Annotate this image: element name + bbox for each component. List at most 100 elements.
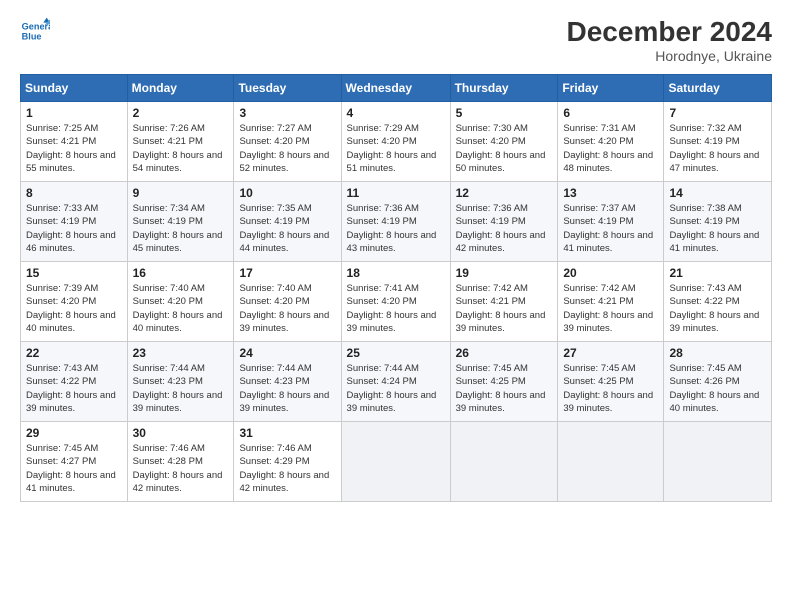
table-row: 7 Sunrise: 7:32 AMSunset: 4:19 PMDayligh… bbox=[664, 102, 772, 182]
table-row: 29 Sunrise: 7:45 AMSunset: 4:27 PMDaylig… bbox=[21, 422, 128, 502]
day-number: 13 bbox=[563, 186, 658, 200]
day-info: Sunrise: 7:32 AMSunset: 4:19 PMDaylight:… bbox=[669, 123, 759, 174]
table-row: 2 Sunrise: 7:26 AMSunset: 4:21 PMDayligh… bbox=[127, 102, 234, 182]
table-row bbox=[558, 422, 664, 502]
table-row: 23 Sunrise: 7:44 AMSunset: 4:23 PMDaylig… bbox=[127, 342, 234, 422]
day-info: Sunrise: 7:44 AMSunset: 4:24 PMDaylight:… bbox=[347, 363, 437, 414]
day-info: Sunrise: 7:42 AMSunset: 4:21 PMDaylight:… bbox=[563, 283, 653, 334]
table-row: 19 Sunrise: 7:42 AMSunset: 4:21 PMDaylig… bbox=[450, 262, 558, 342]
day-number: 25 bbox=[347, 346, 445, 360]
table-row: 4 Sunrise: 7:29 AMSunset: 4:20 PMDayligh… bbox=[341, 102, 450, 182]
day-number: 14 bbox=[669, 186, 766, 200]
logo-icon: General Blue bbox=[20, 16, 50, 46]
col-wednesday: Wednesday bbox=[341, 75, 450, 102]
day-number: 22 bbox=[26, 346, 122, 360]
day-number: 27 bbox=[563, 346, 658, 360]
day-info: Sunrise: 7:43 AMSunset: 4:22 PMDaylight:… bbox=[26, 363, 116, 414]
day-number: 31 bbox=[239, 426, 335, 440]
day-info: Sunrise: 7:30 AMSunset: 4:20 PMDaylight:… bbox=[456, 123, 546, 174]
calendar-week-row: 1 Sunrise: 7:25 AMSunset: 4:21 PMDayligh… bbox=[21, 102, 772, 182]
day-number: 6 bbox=[563, 106, 658, 120]
day-info: Sunrise: 7:36 AMSunset: 4:19 PMDaylight:… bbox=[456, 203, 546, 254]
day-number: 21 bbox=[669, 266, 766, 280]
col-thursday: Thursday bbox=[450, 75, 558, 102]
day-info: Sunrise: 7:45 AMSunset: 4:27 PMDaylight:… bbox=[26, 443, 116, 494]
day-info: Sunrise: 7:34 AMSunset: 4:19 PMDaylight:… bbox=[133, 203, 223, 254]
main-title: December 2024 bbox=[567, 16, 772, 48]
calendar-week-row: 29 Sunrise: 7:45 AMSunset: 4:27 PMDaylig… bbox=[21, 422, 772, 502]
day-number: 16 bbox=[133, 266, 229, 280]
day-number: 3 bbox=[239, 106, 335, 120]
table-row: 15 Sunrise: 7:39 AMSunset: 4:20 PMDaylig… bbox=[21, 262, 128, 342]
day-info: Sunrise: 7:35 AMSunset: 4:19 PMDaylight:… bbox=[239, 203, 329, 254]
calendar-week-row: 22 Sunrise: 7:43 AMSunset: 4:22 PMDaylig… bbox=[21, 342, 772, 422]
day-number: 1 bbox=[26, 106, 122, 120]
day-number: 9 bbox=[133, 186, 229, 200]
header: General Blue December 2024 Horodnye, Ukr… bbox=[20, 16, 772, 64]
day-number: 4 bbox=[347, 106, 445, 120]
col-sunday: Sunday bbox=[21, 75, 128, 102]
day-info: Sunrise: 7:25 AMSunset: 4:21 PMDaylight:… bbox=[26, 123, 116, 174]
day-info: Sunrise: 7:40 AMSunset: 4:20 PMDaylight:… bbox=[239, 283, 329, 334]
day-info: Sunrise: 7:27 AMSunset: 4:20 PMDaylight:… bbox=[239, 123, 329, 174]
day-number: 26 bbox=[456, 346, 553, 360]
day-number: 11 bbox=[347, 186, 445, 200]
table-row: 16 Sunrise: 7:40 AMSunset: 4:20 PMDaylig… bbox=[127, 262, 234, 342]
day-info: Sunrise: 7:45 AMSunset: 4:26 PMDaylight:… bbox=[669, 363, 759, 414]
table-row bbox=[450, 422, 558, 502]
calendar-week-row: 8 Sunrise: 7:33 AMSunset: 4:19 PMDayligh… bbox=[21, 182, 772, 262]
day-info: Sunrise: 7:46 AMSunset: 4:29 PMDaylight:… bbox=[239, 443, 329, 494]
title-block: December 2024 Horodnye, Ukraine bbox=[567, 16, 772, 64]
table-row: 25 Sunrise: 7:44 AMSunset: 4:24 PMDaylig… bbox=[341, 342, 450, 422]
day-number: 10 bbox=[239, 186, 335, 200]
table-row: 10 Sunrise: 7:35 AMSunset: 4:19 PMDaylig… bbox=[234, 182, 341, 262]
svg-text:Blue: Blue bbox=[22, 31, 42, 41]
svg-text:General: General bbox=[22, 21, 50, 31]
day-number: 7 bbox=[669, 106, 766, 120]
day-info: Sunrise: 7:43 AMSunset: 4:22 PMDaylight:… bbox=[669, 283, 759, 334]
table-row bbox=[664, 422, 772, 502]
day-info: Sunrise: 7:31 AMSunset: 4:20 PMDaylight:… bbox=[563, 123, 653, 174]
table-row: 18 Sunrise: 7:41 AMSunset: 4:20 PMDaylig… bbox=[341, 262, 450, 342]
table-row: 9 Sunrise: 7:34 AMSunset: 4:19 PMDayligh… bbox=[127, 182, 234, 262]
table-row: 6 Sunrise: 7:31 AMSunset: 4:20 PMDayligh… bbox=[558, 102, 664, 182]
day-info: Sunrise: 7:45 AMSunset: 4:25 PMDaylight:… bbox=[563, 363, 653, 414]
day-number: 23 bbox=[133, 346, 229, 360]
col-monday: Monday bbox=[127, 75, 234, 102]
day-number: 2 bbox=[133, 106, 229, 120]
table-row: 13 Sunrise: 7:37 AMSunset: 4:19 PMDaylig… bbox=[558, 182, 664, 262]
day-info: Sunrise: 7:44 AMSunset: 4:23 PMDaylight:… bbox=[239, 363, 329, 414]
col-friday: Friday bbox=[558, 75, 664, 102]
day-number: 30 bbox=[133, 426, 229, 440]
table-row: 27 Sunrise: 7:45 AMSunset: 4:25 PMDaylig… bbox=[558, 342, 664, 422]
table-row: 28 Sunrise: 7:45 AMSunset: 4:26 PMDaylig… bbox=[664, 342, 772, 422]
table-row: 31 Sunrise: 7:46 AMSunset: 4:29 PMDaylig… bbox=[234, 422, 341, 502]
logo: General Blue bbox=[20, 16, 50, 46]
day-info: Sunrise: 7:33 AMSunset: 4:19 PMDaylight:… bbox=[26, 203, 116, 254]
table-row: 14 Sunrise: 7:38 AMSunset: 4:19 PMDaylig… bbox=[664, 182, 772, 262]
table-row: 1 Sunrise: 7:25 AMSunset: 4:21 PMDayligh… bbox=[21, 102, 128, 182]
table-row: 26 Sunrise: 7:45 AMSunset: 4:25 PMDaylig… bbox=[450, 342, 558, 422]
calendar-table: Sunday Monday Tuesday Wednesday Thursday… bbox=[20, 74, 772, 502]
table-row: 20 Sunrise: 7:42 AMSunset: 4:21 PMDaylig… bbox=[558, 262, 664, 342]
day-info: Sunrise: 7:41 AMSunset: 4:20 PMDaylight:… bbox=[347, 283, 437, 334]
subtitle: Horodnye, Ukraine bbox=[567, 48, 772, 64]
table-row: 21 Sunrise: 7:43 AMSunset: 4:22 PMDaylig… bbox=[664, 262, 772, 342]
day-info: Sunrise: 7:29 AMSunset: 4:20 PMDaylight:… bbox=[347, 123, 437, 174]
table-row: 24 Sunrise: 7:44 AMSunset: 4:23 PMDaylig… bbox=[234, 342, 341, 422]
day-number: 20 bbox=[563, 266, 658, 280]
day-info: Sunrise: 7:26 AMSunset: 4:21 PMDaylight:… bbox=[133, 123, 223, 174]
day-info: Sunrise: 7:45 AMSunset: 4:25 PMDaylight:… bbox=[456, 363, 546, 414]
table-row bbox=[341, 422, 450, 502]
day-number: 18 bbox=[347, 266, 445, 280]
table-row: 30 Sunrise: 7:46 AMSunset: 4:28 PMDaylig… bbox=[127, 422, 234, 502]
table-row: 11 Sunrise: 7:36 AMSunset: 4:19 PMDaylig… bbox=[341, 182, 450, 262]
day-info: Sunrise: 7:37 AMSunset: 4:19 PMDaylight:… bbox=[563, 203, 653, 254]
col-saturday: Saturday bbox=[664, 75, 772, 102]
day-info: Sunrise: 7:46 AMSunset: 4:28 PMDaylight:… bbox=[133, 443, 223, 494]
day-info: Sunrise: 7:44 AMSunset: 4:23 PMDaylight:… bbox=[133, 363, 223, 414]
day-number: 29 bbox=[26, 426, 122, 440]
table-row: 8 Sunrise: 7:33 AMSunset: 4:19 PMDayligh… bbox=[21, 182, 128, 262]
table-row: 12 Sunrise: 7:36 AMSunset: 4:19 PMDaylig… bbox=[450, 182, 558, 262]
calendar-week-row: 15 Sunrise: 7:39 AMSunset: 4:20 PMDaylig… bbox=[21, 262, 772, 342]
